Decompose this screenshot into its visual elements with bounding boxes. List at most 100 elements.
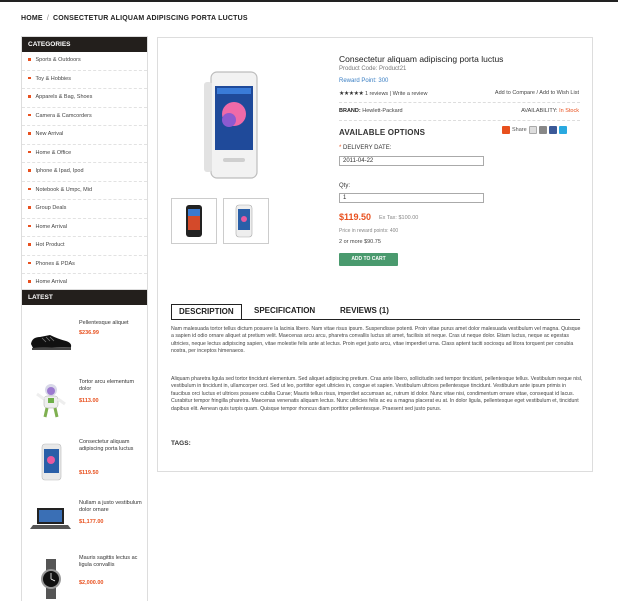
latest-item-name[interactable]: Nullam a justo vestibulum dolor ornare [79, 500, 143, 514]
availability-value: In Stock [559, 108, 579, 114]
description-paragraph: Aliquam pharetra ligula sed tortor tinci… [171, 376, 583, 412]
product-price: $119.50 [339, 212, 372, 222]
latest-item-name[interactable]: Tortor arcu elementum dolor [79, 379, 143, 393]
brand-label: BRAND: [339, 108, 361, 114]
bullet-icon [28, 95, 31, 98]
bullet-icon [28, 187, 31, 191]
tab-reviews[interactable]: REVIEWS (1) [340, 304, 389, 318]
latest-item-price: $1,177.00 [79, 519, 104, 525]
shoe-icon [31, 335, 72, 350]
tab-description[interactable]: DESCRIPTION [171, 304, 242, 320]
latest-item-price: $236.99 [79, 330, 99, 336]
breadcrumb-current[interactable]: CONSECTETUR ALIQUAM ADIPISCING PORTA LUC… [53, 15, 248, 22]
bullet-icon [28, 261, 31, 265]
tab-specification[interactable]: SPECIFICATION [254, 304, 315, 318]
laptop-icon [30, 508, 71, 529]
email-icon[interactable] [528, 126, 537, 134]
category-item[interactable]: Apparels & Bag, Shoes [22, 89, 147, 108]
ex-tax: Ex Tax: $100.00 [379, 215, 419, 221]
category-label: Home Arrival [35, 223, 67, 230]
price-reward-points: Price in reward points: 400 [339, 228, 399, 234]
category-label: New Arrival [35, 131, 64, 137]
category-item[interactable]: Iphone & Ipad, Ipod [22, 163, 147, 182]
phone-white-icon [235, 204, 253, 238]
print-icon[interactable] [538, 126, 547, 134]
latest-item-name[interactable]: Mauris sagittis lectus ac ligula convall… [79, 555, 143, 569]
description-paragraph: Nam malesuada tortor tellus dictum posue… [171, 326, 581, 355]
divider [339, 120, 580, 121]
share-label[interactable]: Share [512, 127, 527, 133]
product-title: Consectetur aliquam adipiscing porta luc… [339, 54, 504, 64]
latest-item[interactable]: Consectetur aliquam adipiscing porta luc… [22, 435, 145, 485]
phone-icon [41, 443, 62, 481]
options-title: AVAILABLE OPTIONS [339, 128, 426, 137]
category-item[interactable]: Group Deals [22, 200, 147, 219]
bullet-icon [28, 206, 31, 209]
category-label: Iphone & Ipad, Ipod [35, 168, 84, 174]
bullet-icon [28, 150, 31, 154]
product-panel: Consectetur aliquam adipiscing porta luc… [157, 37, 593, 472]
category-label: Apparels & Bag, Shoes [35, 94, 93, 100]
category-item[interactable]: Toy & Hobbies [22, 71, 147, 89]
delivery-date-input[interactable] [339, 156, 484, 166]
brand-value[interactable]: Hewlett-Packard [362, 108, 402, 114]
latest-item-price: $113.00 [79, 398, 99, 404]
add-to-wishlist-link[interactable]: Add to Wish List [539, 90, 579, 96]
share-bar: Share [502, 126, 567, 134]
category-item[interactable]: Camera & Camcorders [22, 108, 147, 126]
bullet-icon [28, 169, 31, 172]
top-border [0, 0, 618, 2]
facebook-icon[interactable] [548, 126, 557, 134]
add-to-compare-link[interactable]: Add to Compare [495, 90, 535, 96]
category-label: Home Arrival [35, 279, 67, 285]
bullet-icon [28, 113, 31, 117]
availability: AVAILABILITY: In Stock [521, 108, 579, 114]
category-item[interactable]: Sports & Outdoors [22, 52, 147, 71]
latest-item-price: $2,000.00 [79, 580, 104, 586]
write-review-link[interactable]: Write a review [393, 91, 428, 97]
category-item[interactable]: Hot Product [22, 237, 147, 256]
category-label: Home & Office [35, 149, 72, 156]
category-label: Group Deals [35, 205, 67, 211]
category-label: Notebook & Umpc, Mid [35, 186, 93, 193]
bullet-icon [28, 76, 31, 80]
divider [339, 102, 580, 103]
reviews-link[interactable]: 1 reviews [365, 91, 388, 97]
category-item[interactable]: New Arrival [22, 126, 147, 145]
latest-item-name[interactable]: Consectetur aliquam adipiscing porta luc… [79, 439, 143, 453]
latest-item[interactable]: Tortor arcu elementum dolor $113.00 [22, 375, 145, 425]
category-item[interactable]: Phones & PDAs [22, 256, 147, 274]
category-label: Sports & Outdoors [35, 57, 81, 63]
breadcrumb-home[interactable]: HOME [21, 15, 43, 22]
latest-box: LATEST Pellentesque aliquet $236.99 Tort… [21, 289, 148, 601]
delivery-date-label: * DELIVERY DATE: [339, 145, 392, 151]
add-to-cart-button[interactable]: ADD TO CART [339, 253, 398, 266]
latest-item-price: $119.50 [79, 470, 99, 476]
latest-item[interactable]: Mauris sagittis lectus ac ligula convall… [22, 555, 145, 601]
category-item[interactable]: Notebook & Umpc, Mid [22, 182, 147, 200]
latest-item[interactable]: Nullam a justo vestibulum dolor ornare $… [22, 498, 145, 548]
breadcrumb-separator: / [46, 15, 49, 22]
compare-wishlist: Add to Compare / Add to Wish List [494, 90, 579, 96]
brand-row: BRAND: Hewlett-Packard AVAILABILITY: In … [339, 108, 579, 114]
latest-title: LATEST [22, 290, 147, 305]
categories-box: CATEGORIES Sports & Outdoors Toy & Hobbie… [21, 36, 148, 294]
bullet-icon [28, 58, 31, 61]
rating-stars: ★★★★★ [339, 91, 364, 97]
product-image[interactable] [171, 48, 279, 194]
twitter-icon[interactable] [558, 126, 567, 134]
product-thumbnail[interactable] [223, 198, 269, 244]
availability-label: AVAILABILITY: [521, 108, 558, 114]
share-plus-icon[interactable] [502, 126, 510, 134]
latest-item-name[interactable]: Pellentesque aliquet [79, 320, 143, 327]
latest-item[interactable]: Pellentesque aliquet $236.99 [22, 310, 145, 360]
tab-underline [171, 319, 580, 320]
category-item[interactable]: Home Arrival [22, 219, 147, 237]
qty-input[interactable] [339, 193, 484, 203]
product-thumbnail[interactable] [171, 198, 217, 244]
tags-label: TAGS: [171, 440, 191, 447]
watch-icon [41, 559, 61, 599]
category-item[interactable]: Home & Office [22, 145, 147, 163]
breadcrumb: HOME / CONSECTETUR ALIQUAM ADIPISCING PORT… [21, 15, 248, 22]
category-label: Toy & Hobbies [35, 75, 71, 82]
